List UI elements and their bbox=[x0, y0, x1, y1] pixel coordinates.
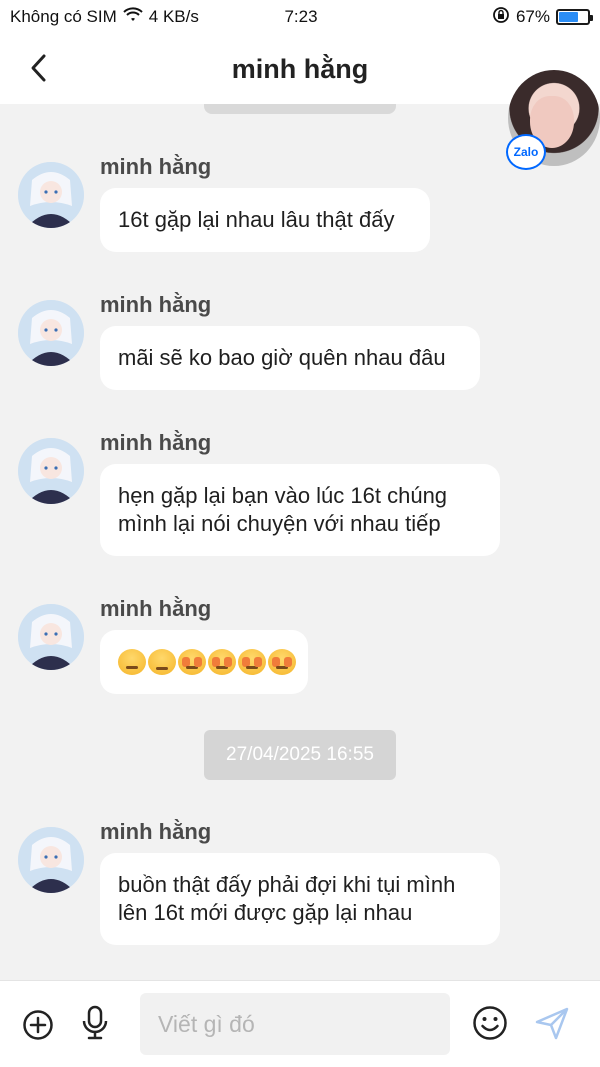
message-text-line: buồn thật đấy phải đợi khi tụi mình bbox=[118, 872, 456, 897]
add-button[interactable] bbox=[18, 1005, 58, 1045]
avatar-image bbox=[18, 162, 84, 228]
avatar-image bbox=[18, 438, 84, 504]
sender-name: minh hằng bbox=[100, 819, 212, 844]
rotation-lock-icon bbox=[492, 6, 510, 29]
status-bar: Không có SIM 4 KB/s 7:23 67% bbox=[0, 0, 600, 34]
avatar[interactable] bbox=[18, 604, 84, 670]
message-text-line: hẹn gặp lại bạn vào lúc 16t chúng bbox=[118, 483, 448, 508]
zalo-badge: Zalo bbox=[506, 134, 546, 170]
message-text-line: mình lại nói chuyện với nhau tiếp bbox=[118, 511, 441, 536]
battery-icon bbox=[556, 9, 593, 25]
plus-circle-icon bbox=[23, 1010, 53, 1040]
message-bubble[interactable]: buồn thật đấy phải đợi khi tụi mình lên … bbox=[100, 853, 500, 945]
avatar-image bbox=[18, 604, 84, 670]
crying-emoji bbox=[178, 649, 206, 675]
message-bubble[interactable]: 16t gặp lại nhau lâu thật đấy bbox=[100, 188, 430, 252]
sender-name: minh hằng bbox=[100, 430, 212, 455]
status-right: 67% bbox=[492, 6, 593, 29]
send-icon bbox=[535, 1007, 569, 1040]
previous-date-separator bbox=[204, 104, 396, 114]
battery-fill bbox=[559, 12, 578, 22]
back-button[interactable] bbox=[22, 50, 54, 86]
avatar[interactable] bbox=[18, 827, 84, 893]
avatar[interactable] bbox=[18, 162, 84, 228]
date-separator: 27/04/2025 16:55 bbox=[204, 730, 396, 780]
smiley-icon bbox=[473, 1006, 507, 1040]
message-text: 16t gặp lại nhau lâu thật đấy bbox=[118, 207, 395, 232]
expressionless-emoji bbox=[118, 649, 146, 675]
chat-area[interactable]: minh hằng 16t gặp lại nhau lâu thật đấy … bbox=[0, 104, 600, 980]
send-button[interactable] bbox=[532, 1003, 572, 1043]
sender-name: minh hằng bbox=[100, 292, 212, 317]
message-bubble[interactable]: mãi sẽ ko bao giờ quên nhau đâu bbox=[100, 326, 480, 390]
emoji-button[interactable] bbox=[470, 1003, 510, 1043]
page-title: minh hằng bbox=[231, 53, 369, 84]
message-bubble[interactable] bbox=[100, 630, 308, 694]
sad-emoji bbox=[148, 649, 176, 675]
message-bubble[interactable]: hẹn gặp lại bạn vào lúc 16t chúng mình l… bbox=[100, 464, 500, 556]
input-bar bbox=[0, 980, 600, 1067]
sender-name: minh hằng bbox=[100, 596, 212, 621]
chat-header: minh hằng bbox=[0, 34, 600, 104]
carrier-text: Không có SIM bbox=[10, 7, 117, 26]
emoji-row bbox=[118, 649, 296, 675]
message-input[interactable] bbox=[140, 993, 450, 1055]
voice-button[interactable] bbox=[75, 1003, 115, 1043]
avatar-image bbox=[18, 300, 84, 366]
avatar[interactable] bbox=[18, 438, 84, 504]
crying-emoji bbox=[268, 649, 296, 675]
clock: 7:23 bbox=[284, 7, 318, 26]
battery-percent: 67% bbox=[515, 7, 550, 26]
message-text: mãi sẽ ko bao giờ quên nhau đâu bbox=[118, 345, 446, 370]
avatar[interactable] bbox=[18, 300, 84, 366]
message-text-line: lên 16t mới được gặp lại nhau bbox=[118, 900, 413, 925]
crying-emoji bbox=[238, 649, 266, 675]
microphone-icon bbox=[82, 1005, 108, 1040]
chevron-left-icon bbox=[31, 54, 46, 82]
sender-name: minh hằng bbox=[100, 154, 212, 179]
avatar-image bbox=[18, 827, 84, 893]
crying-emoji bbox=[208, 649, 236, 675]
